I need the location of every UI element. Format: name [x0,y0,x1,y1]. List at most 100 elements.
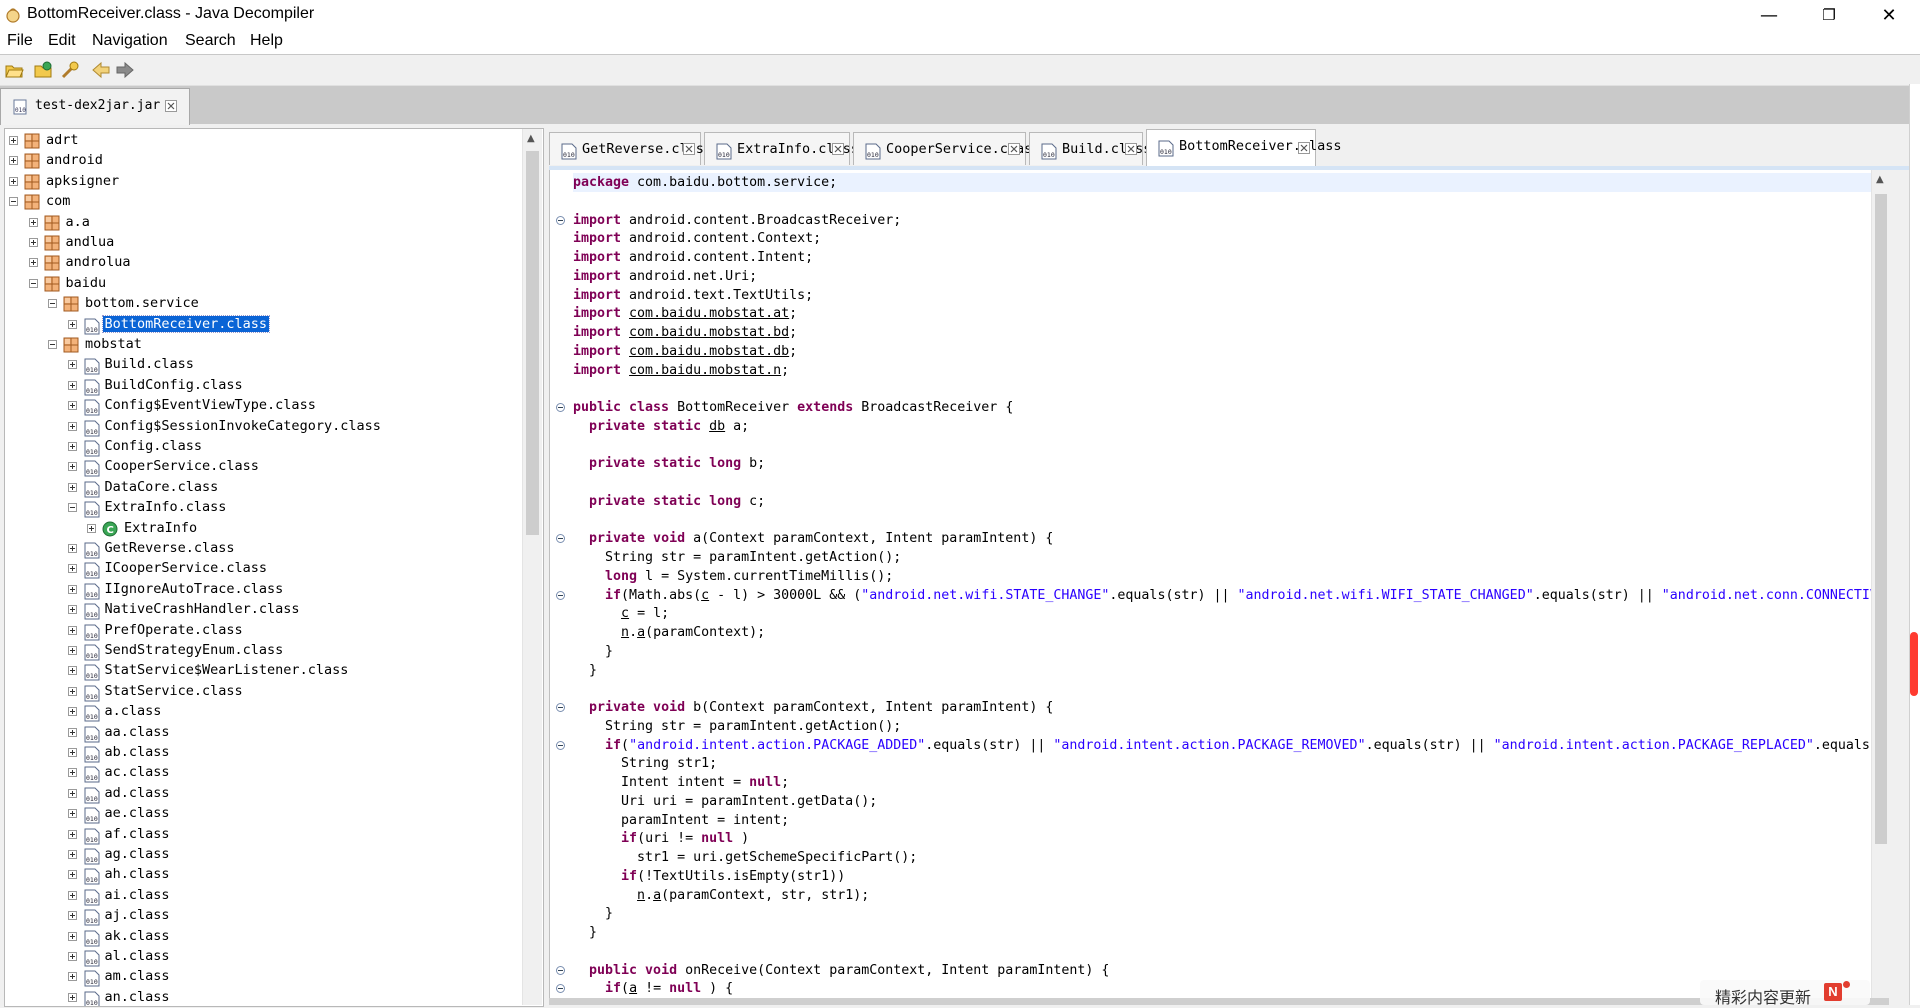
fold-toggle-icon[interactable] [556,534,565,544]
tree-node[interactable]: 010 SendStrategyEnum.class [5,641,535,661]
tree-node[interactable]: 010 aa.class [5,723,535,743]
expand-icon[interactable] [67,482,77,492]
collapse-icon[interactable] [48,340,57,349]
tree-node[interactable]: 010 IIgnoreAutoTrace.class [5,580,535,600]
tree-node[interactable]: 010 ab.class [5,743,535,763]
code-reference[interactable]: c [621,606,629,621]
close-tab-icon[interactable] [832,143,844,155]
tree-node[interactable]: 010 Config$SessionInvokeCategory.class [5,417,535,437]
tree-node[interactable]: 010 ae.class [5,804,535,824]
tree-node[interactable]: 010 StatService$WearListener.class [5,661,535,681]
tree-node[interactable]: bottom.service [5,294,535,314]
tree-node[interactable]: androlua [5,253,535,273]
code-reference[interactable]: a [629,981,637,996]
tree-node[interactable]: 010 ak.class [5,927,535,947]
code-reference[interactable]: com.baidu.mobstat.bd [629,325,789,340]
expand-icon[interactable] [67,992,77,1002]
tree-node[interactable]: 010 GetReverse.class [5,539,535,559]
expand-icon[interactable] [28,258,38,268]
expand-icon[interactable] [67,380,77,390]
tree-node[interactable]: 010 Config.class [5,437,535,457]
expand-icon[interactable] [67,462,77,472]
fold-toggle-icon[interactable] [556,590,565,600]
expand-icon[interactable] [67,421,77,431]
code-reference[interactable]: n [637,888,645,903]
expand-icon[interactable] [67,972,77,982]
code-reference[interactable]: a [637,625,645,640]
editor-tab[interactable]: 010 ExtraInfo.class [704,132,859,165]
minimize-button[interactable]: — [1740,0,1798,30]
expand-icon[interactable] [9,136,18,145]
collapse-icon[interactable] [48,299,57,309]
open-type-hierarchy-icon[interactable] [60,60,80,80]
open-type-icon[interactable] [33,60,53,80]
menu-file[interactable]: File [7,32,33,50]
open-file-icon[interactable] [4,60,24,80]
forward-icon[interactable] [115,60,135,80]
tree-node[interactable]: 010 ai.class [5,886,535,906]
tree-node[interactable]: 010 CooperService.class [5,457,535,477]
expand-icon[interactable] [28,217,38,227]
expand-icon[interactable] [67,850,77,859]
close-button[interactable]: ✕ [1860,0,1918,30]
close-tab-icon[interactable] [1008,143,1020,155]
scroll-up-icon[interactable]: ▲ [527,133,535,144]
tree-node[interactable]: 010 NativeCrashHandler.class [5,600,535,620]
tree-node[interactable]: 010 an.class [5,988,535,1006]
editor-tab[interactable]: 010 BottomReceiver.class [1146,129,1342,166]
expand-icon[interactable] [67,319,77,329]
horizontal-scrollbar[interactable] [549,998,1889,1005]
code-reference[interactable]: c [701,588,709,603]
expand-icon[interactable] [67,686,77,696]
code-reference[interactable]: com.baidu.mobstat.db [629,344,789,359]
tree-node[interactable]: 010 ag.class [5,845,535,865]
collapse-icon[interactable] [28,278,38,288]
tree-node[interactable]: 010 PrefOperate.class [5,621,535,641]
tree-node[interactable]: android [5,151,535,171]
tree-node[interactable]: andlua [5,233,535,253]
code-reference[interactable]: n [621,625,629,640]
expand-icon[interactable] [67,646,77,655]
expand-icon[interactable] [67,809,77,819]
tree-node[interactable]: 010 StatService.class [5,682,535,702]
expand-icon[interactable] [67,870,77,880]
menu-navigation[interactable]: Navigation [92,32,168,50]
tree-node[interactable]: 010 am.class [5,967,535,987]
expand-icon[interactable] [67,707,77,717]
tree-node[interactable]: 010 Config$EventViewType.class [5,396,535,416]
code-reference[interactable]: db [709,419,725,434]
expand-icon[interactable] [67,748,77,757]
expand-icon[interactable] [67,584,77,594]
expand-icon[interactable] [28,238,38,247]
tree-node[interactable]: 010 ICooperService.class [5,559,535,579]
menu-edit[interactable]: Edit [48,32,76,50]
code-reference[interactable]: com.baidu.mobstat.n [629,363,781,378]
tree-node[interactable]: 010 ad.class [5,784,535,804]
expand-icon[interactable] [9,156,18,166]
tree-node[interactable]: a.a [5,213,535,233]
tree-scrollbar[interactable]: ▲ [522,129,542,1005]
expand-icon[interactable] [67,952,77,961]
code-reference[interactable]: com.baidu.mobstat.at [629,306,789,321]
expand-icon[interactable] [67,666,77,676]
editor-tab[interactable]: 010 GetReverse.class [549,132,712,165]
close-tab-icon[interactable] [1298,142,1310,154]
news-badge[interactable]: 精彩内容更新 N [1700,980,1870,1007]
tree-node[interactable]: 010 ExtraInfo.class [5,498,535,518]
expand-icon[interactable] [67,544,77,553]
tree-node[interactable]: adrt [5,131,535,151]
expand-icon[interactable] [67,829,77,839]
tree-scroll-thumb[interactable] [526,151,539,535]
fold-toggle-icon[interactable] [556,403,565,412]
tree-node[interactable]: 010 ah.class [5,865,535,885]
expand-icon[interactable] [67,727,77,737]
expand-icon[interactable] [9,176,18,186]
expand-icon[interactable] [67,911,77,921]
tree-node[interactable]: 010 af.class [5,825,535,845]
expand-icon[interactable] [67,931,77,941]
editor-tab[interactable]: 010 CooperService.class [853,132,1040,165]
expand-icon[interactable] [67,625,77,635]
tree-node[interactable]: apksigner [5,172,535,192]
tree-node[interactable]: C ExtraInfo [5,519,535,539]
tree-node[interactable]: com [5,192,535,212]
